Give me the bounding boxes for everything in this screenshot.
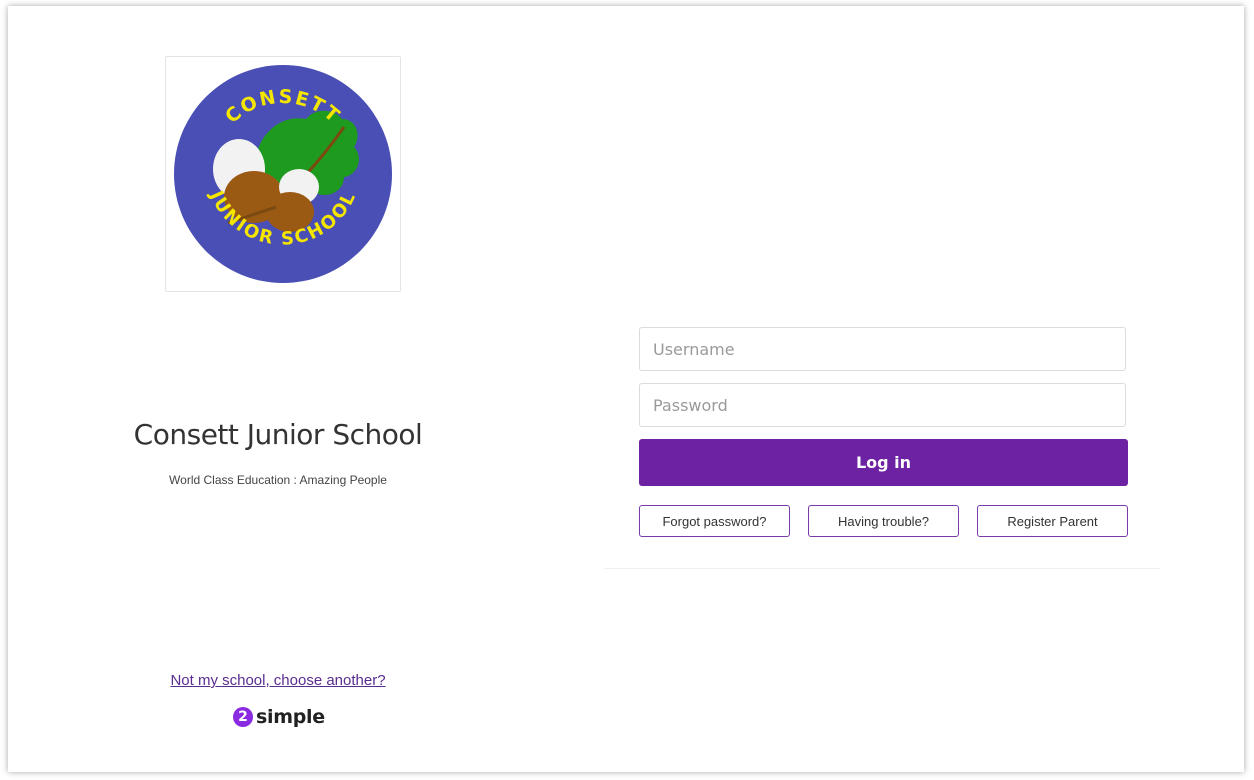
brand-logo: 2 simple [233,704,325,730]
login-form: Log in Forgot password? Having trouble? … [604,316,1160,569]
login-page: CONSETT JUNIOR SCHOOL Consett Junior Sch… [8,6,1244,772]
login-button[interactable]: Log in [639,439,1128,486]
school-logo: CONSETT JUNIOR SCHOOL [165,56,401,292]
school-motto: World Class Education : Amazing People [169,473,387,487]
school-name: Consett Junior School [133,418,423,451]
having-trouble-button[interactable]: Having trouble? [808,505,959,537]
username-input[interactable] [639,327,1126,371]
forgot-password-button[interactable]: Forgot password? [639,505,790,537]
brand-badge-icon: 2 [233,707,253,727]
change-school-link[interactable]: Not my school, choose another? [68,672,488,689]
brand-name: simple [256,706,325,728]
school-crest-image: CONSETT JUNIOR SCHOOL [174,65,392,283]
password-input[interactable] [639,383,1126,427]
register-parent-button[interactable]: Register Parent [977,505,1128,537]
